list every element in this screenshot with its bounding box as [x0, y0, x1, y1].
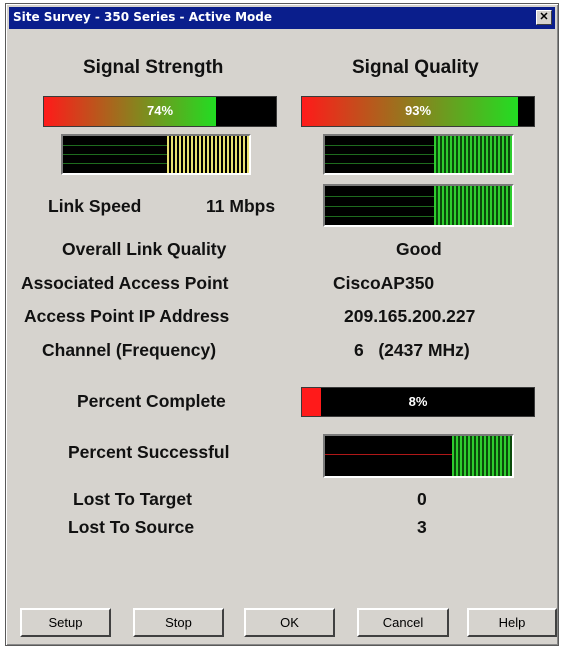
meter-level [434, 186, 512, 225]
setup-button[interactable]: Setup [20, 608, 111, 637]
percent-successful-meter [323, 434, 514, 478]
channel-label: Channel (Frequency) [42, 340, 217, 360]
percent-complete-bar: 8% [301, 387, 535, 417]
signal-quality-meter [323, 134, 514, 175]
signal-quality-label: Signal Quality [352, 57, 479, 78]
meter-level [167, 136, 249, 173]
ap-ip-label: Access Point IP Address [24, 306, 230, 326]
stop-button[interactable]: Stop [133, 608, 224, 637]
overall-link-quality-label: Overall Link Quality [62, 239, 227, 259]
signal-strength-label: Signal Strength [83, 57, 224, 78]
percent-successful-label: Percent Successful [68, 442, 230, 462]
overall-link-quality-value: Good [396, 239, 442, 259]
link-speed-meter [323, 184, 514, 227]
associated-ap-label: Associated Access Point [21, 273, 229, 293]
ok-button[interactable]: OK [244, 608, 335, 637]
cancel-button[interactable]: Cancel [357, 608, 449, 637]
signal-quality-percent: 93% [404, 103, 432, 118]
signal-quality-bar: 93% [301, 96, 535, 127]
meter-level [452, 436, 512, 476]
lost-to-source-value: 3 [417, 517, 427, 537]
signal-strength-percent: 74% [146, 103, 174, 118]
percent-complete-label: Percent Complete [77, 391, 226, 411]
link-speed-value: 11 Mbps [206, 196, 276, 216]
channel-value: 6 (2437 MHz) [354, 340, 470, 360]
window-title: Site Survey - 350 Series - Active Mode [13, 10, 272, 24]
site-survey-window: Site Survey - 350 Series - Active Mode ✕… [5, 3, 559, 646]
lost-to-target-label: Lost To Target [73, 489, 192, 509]
signal-strength-bar: 74% [43, 96, 277, 127]
lost-to-target-value: 0 [417, 489, 427, 509]
percent-complete-text: 8% [408, 394, 428, 409]
signal-strength-meter [61, 134, 251, 175]
title-bar: Site Survey - 350 Series - Active Mode ✕ [9, 7, 555, 29]
ap-ip-value: 209.165.200.227 [344, 306, 476, 326]
lost-to-source-label: Lost To Source [68, 517, 195, 537]
meter-level [434, 136, 512, 173]
help-button[interactable]: Help [467, 608, 557, 637]
link-speed-label: Link Speed [48, 196, 142, 216]
close-button[interactable]: ✕ [536, 10, 552, 25]
associated-ap-value: CiscoAP350 [333, 273, 435, 293]
